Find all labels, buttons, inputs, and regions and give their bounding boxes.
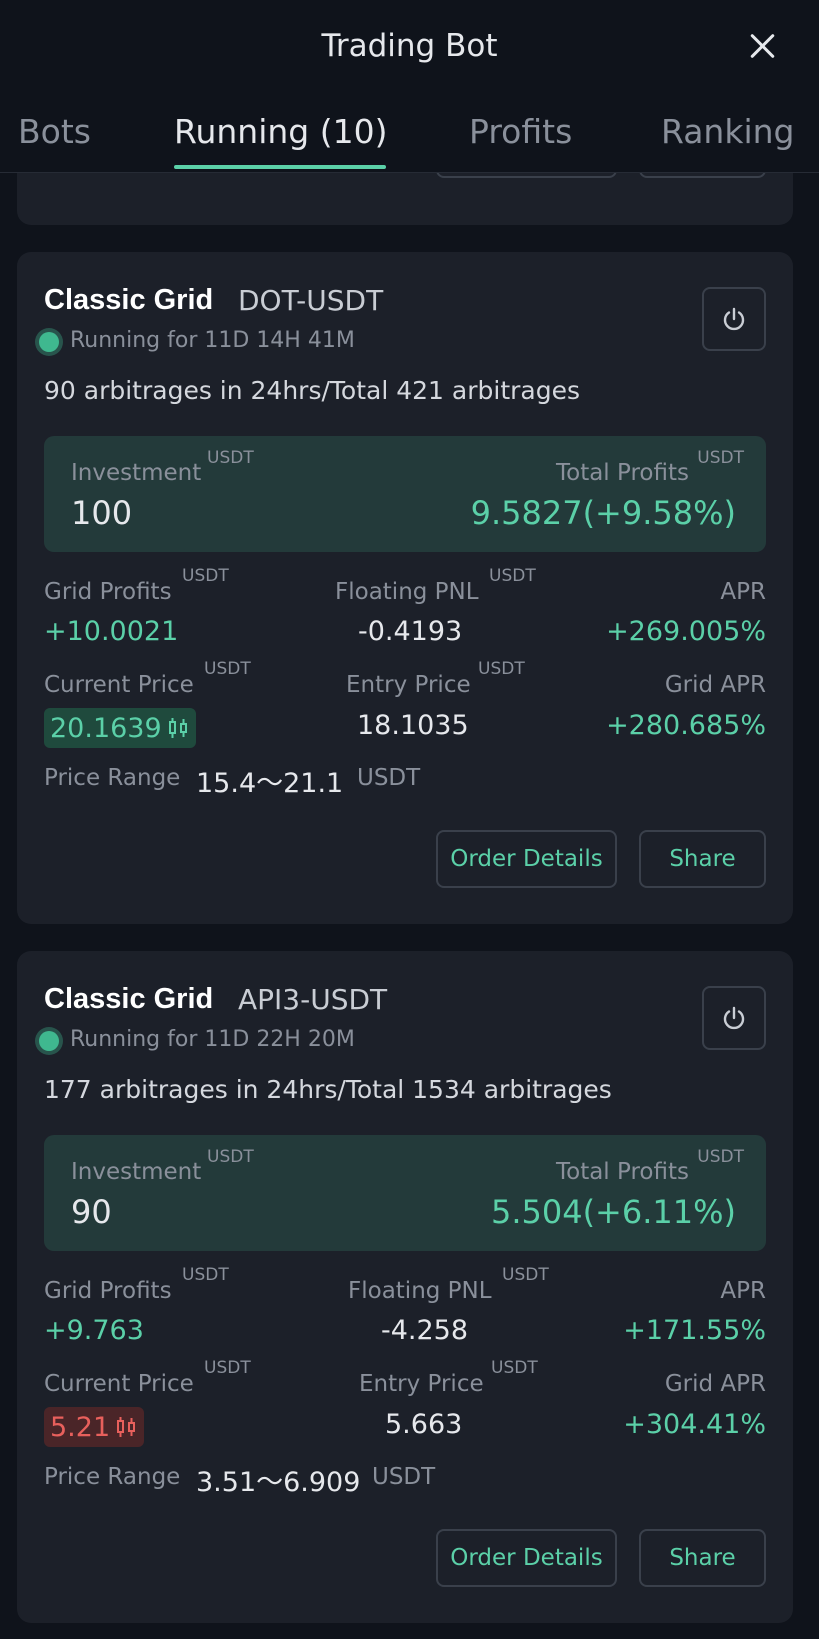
floating-pnl-label: Floating PNL bbox=[348, 1278, 492, 1304]
active-tab-indicator bbox=[174, 165, 386, 169]
tab-profits[interactable]: Profits bbox=[469, 112, 572, 151]
arbitrage-count: 90 arbitrages in 24hrs/Total 421 arbitra… bbox=[44, 376, 580, 405]
investment-box: Investment USDT 100 Total Profits USDT 9… bbox=[44, 436, 766, 552]
current-price-value: 5.21 bbox=[50, 1411, 111, 1443]
page-title: Trading Bot bbox=[321, 28, 498, 64]
tab-ranking[interactable]: Ranking bbox=[661, 112, 794, 151]
entry-price-value: 18.1035 bbox=[357, 710, 469, 741]
apr-label: APR bbox=[720, 1278, 766, 1304]
price-range-value: 3.51～6.909 bbox=[196, 1467, 361, 1498]
price-range-unit: USDT bbox=[372, 1464, 436, 1490]
current-price-label: Current Price bbox=[44, 672, 194, 698]
bot-type: Classic Grid bbox=[44, 983, 214, 1015]
investment-box: Investment USDT 90 Total Profits USDT 5.… bbox=[44, 1135, 766, 1251]
tab-running[interactable]: Running (10) bbox=[174, 112, 387, 151]
grid-apr-label: Grid APR bbox=[664, 1371, 766, 1397]
unit-label: USDT bbox=[697, 448, 744, 468]
unit-label: USDT bbox=[491, 1358, 538, 1378]
header: Trading Bot Bots Running (10) Profits Ra… bbox=[0, 0, 819, 173]
candlestick-icon bbox=[168, 718, 187, 738]
grid-apr-label: Grid APR bbox=[664, 672, 766, 698]
unit-label: USDT bbox=[204, 1358, 251, 1378]
trading-pair: DOT-USDT bbox=[238, 284, 384, 317]
grid-profits-value: +10.0021 bbox=[44, 616, 179, 647]
price-range-unit: USDT bbox=[357, 765, 421, 791]
investment-label: Investment bbox=[71, 460, 202, 486]
unit-label: USDT bbox=[502, 1265, 549, 1285]
total-profits-value: 9.5827(+9.58%) bbox=[470, 494, 736, 532]
floating-pnl-value: -0.4193 bbox=[358, 616, 463, 647]
current-price-tag[interactable]: 20.1639 bbox=[44, 708, 196, 748]
running-duration: Running for 11D 22H 20M bbox=[70, 1027, 355, 1052]
price-range-label: Price Range bbox=[44, 1464, 181, 1490]
grid-apr-value: +304.41% bbox=[623, 1409, 766, 1440]
power-icon[interactable] bbox=[702, 986, 766, 1050]
floating-pnl-value: -4.258 bbox=[381, 1315, 469, 1346]
unit-label: USDT bbox=[207, 1147, 254, 1167]
order-details-button[interactable]: Order Details bbox=[436, 830, 617, 888]
apr-label: APR bbox=[720, 579, 766, 605]
status-dot-icon bbox=[39, 1031, 59, 1051]
arbitrage-count: 177 arbitrages in 24hrs/Total 1534 arbit… bbox=[44, 1075, 612, 1104]
trading-pair: API3-USDT bbox=[238, 983, 388, 1016]
grid-apr-value: +280.685% bbox=[606, 710, 766, 741]
unit-label: USDT bbox=[204, 659, 251, 679]
current-price-tag[interactable]: 5.21 bbox=[44, 1407, 145, 1447]
entry-price-label: Entry Price bbox=[359, 1371, 484, 1397]
bot-card: Classic Grid API3-USDT Running for 11D 2… bbox=[17, 951, 793, 1623]
unit-label: USDT bbox=[478, 659, 525, 679]
total-profits-value: 5.504(+6.11%) bbox=[490, 1193, 736, 1231]
apr-value: +171.55% bbox=[623, 1315, 766, 1346]
order-details-button[interactable]: Order Details bbox=[436, 1529, 617, 1587]
share-button[interactable]: Share bbox=[639, 1529, 766, 1587]
status-dot-icon bbox=[39, 332, 59, 352]
candlestick-icon bbox=[117, 1417, 136, 1437]
power-icon[interactable] bbox=[702, 287, 766, 351]
bot-card: Classic Grid DOT-USDT Running for 11D 14… bbox=[17, 252, 793, 924]
total-profits-label: Total Profits bbox=[555, 460, 689, 486]
current-price-value: 20.1639 bbox=[50, 712, 162, 744]
investment-value: 100 bbox=[71, 494, 133, 532]
unit-label: USDT bbox=[207, 448, 254, 468]
apr-value: +269.005% bbox=[606, 616, 766, 647]
unit-label: USDT bbox=[182, 1265, 229, 1285]
running-duration: Running for 11D 14H 41M bbox=[70, 328, 355, 353]
unit-label: USDT bbox=[182, 566, 229, 586]
investment-label: Investment bbox=[71, 1159, 202, 1185]
unit-label: USDT bbox=[489, 566, 536, 586]
entry-price-label: Entry Price bbox=[346, 672, 471, 698]
floating-pnl-label: Floating PNL bbox=[335, 579, 479, 605]
total-profits-label: Total Profits bbox=[555, 1159, 689, 1185]
price-range-value: 15.4～21.1 bbox=[196, 768, 344, 799]
investment-value: 90 bbox=[71, 1193, 112, 1231]
tab-bots[interactable]: Bots bbox=[18, 112, 91, 151]
grid-profits-label: Grid Profits bbox=[44, 1278, 172, 1304]
entry-price-value: 5.663 bbox=[385, 1409, 463, 1440]
price-range-label: Price Range bbox=[44, 765, 181, 791]
grid-profits-label: Grid Profits bbox=[44, 579, 172, 605]
close-icon[interactable] bbox=[745, 28, 781, 64]
current-price-label: Current Price bbox=[44, 1371, 194, 1397]
grid-profits-value: +9.763 bbox=[44, 1315, 144, 1346]
unit-label: USDT bbox=[697, 1147, 744, 1167]
bot-type: Classic Grid bbox=[44, 284, 214, 316]
share-button[interactable]: Share bbox=[639, 830, 766, 888]
